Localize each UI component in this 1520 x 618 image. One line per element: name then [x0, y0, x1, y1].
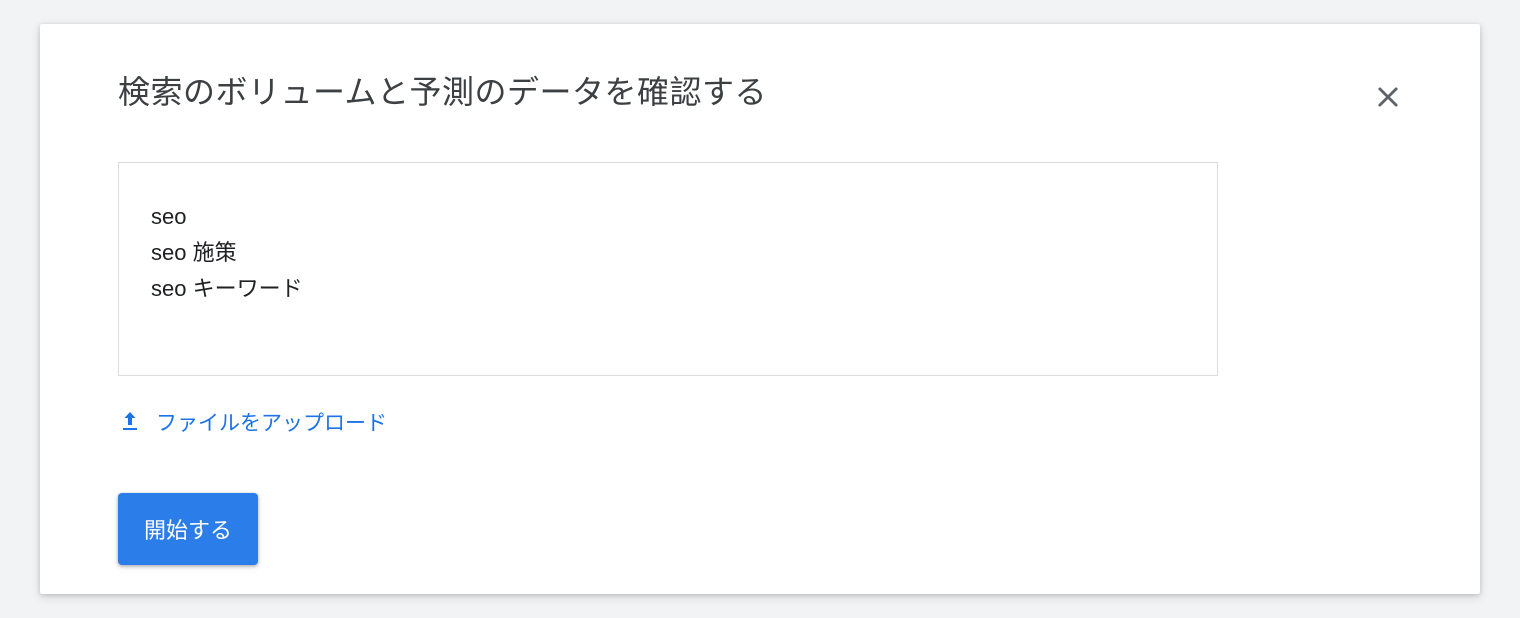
- upload-icon: [118, 410, 142, 434]
- keywords-textarea[interactable]: [118, 162, 1218, 376]
- close-icon: [1374, 83, 1402, 114]
- upload-file-link[interactable]: ファイルをアップロード: [118, 407, 387, 437]
- dialog-title: 検索のボリュームと予測のデータを確認する: [118, 72, 1402, 114]
- dialog-card: 検索のボリュームと予測のデータを確認する ファイルをアップロード 開始する: [40, 24, 1480, 594]
- close-button[interactable]: [1374, 84, 1402, 112]
- start-button[interactable]: 開始する: [118, 493, 258, 565]
- upload-file-label: ファイルをアップロード: [156, 407, 387, 437]
